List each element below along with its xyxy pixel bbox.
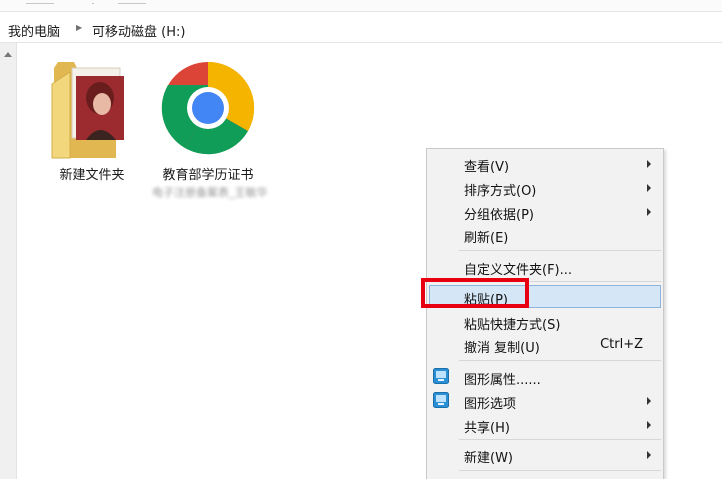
toolbar-fragment bbox=[92, 0, 94, 4]
menu-item-group-by[interactable]: 分组依据(P) bbox=[429, 200, 661, 223]
menu-item-undo-copy[interactable]: 撤消 复制(U) Ctrl+Z bbox=[429, 333, 661, 356]
menu-separator bbox=[459, 360, 661, 361]
scroll-up-arrow-icon[interactable] bbox=[0, 47, 17, 63]
vertical-scrollbar[interactable] bbox=[0, 43, 17, 479]
menu-item-label: 共享(H) bbox=[464, 421, 510, 436]
menu-item-label: 排序方式(O) bbox=[464, 184, 537, 199]
education-certificate-item[interactable]: 教育部学历证书 电子注册备案表_王敏华 bbox=[152, 58, 268, 224]
folder-icon bbox=[51, 62, 124, 159]
menu-item-view[interactable]: 查看(V) bbox=[429, 152, 661, 175]
menu-item-label: 刷新(E) bbox=[464, 231, 509, 246]
menu-item-graphics-properties[interactable]: 图形属性...... bbox=[429, 365, 661, 388]
menu-item-label: 自定义文件夹(F)... bbox=[464, 263, 573, 278]
blurred-filename-text: 电子注册备案表_王敏华 bbox=[152, 186, 268, 199]
chrome-icon bbox=[161, 61, 255, 155]
submenu-arrow-icon bbox=[647, 184, 651, 192]
new-folder-item[interactable]: 新建文件夹 bbox=[44, 54, 140, 184]
submenu-arrow-icon bbox=[647, 208, 651, 216]
menu-item-shortcut: Ctrl+Z bbox=[600, 337, 643, 352]
menu-item-label: 查看(V) bbox=[464, 160, 510, 175]
intel-graphics-icon bbox=[433, 392, 449, 408]
menu-item-share[interactable]: 共享(H) bbox=[429, 413, 661, 436]
menu-item-refresh[interactable]: 刷新(E) bbox=[429, 223, 661, 246]
education-certificate-label: 教育部学历证书 bbox=[162, 168, 254, 183]
menu-separator bbox=[459, 470, 661, 471]
menu-item-customize-folder[interactable]: 自定义文件夹(F)... bbox=[429, 255, 661, 278]
menu-item-label: 图形属性...... bbox=[464, 373, 541, 388]
menu-item-sort-by[interactable]: 排序方式(O) bbox=[429, 176, 661, 199]
submenu-arrow-icon bbox=[647, 397, 651, 405]
menu-item-label: 新建(W) bbox=[464, 451, 513, 466]
annotation-highlight-box bbox=[421, 278, 529, 308]
intel-graphics-icon bbox=[433, 368, 449, 384]
submenu-arrow-icon bbox=[647, 451, 651, 459]
toolbar-fragment bbox=[26, 0, 54, 4]
menu-item-label: 图形选项 bbox=[464, 397, 517, 412]
context-menu: 查看(V) 排序方式(O) 分组依据(P) 刷新(E) 自定义文件夹(F)...… bbox=[426, 148, 664, 479]
menu-item-graphics-options[interactable]: 图形选项 bbox=[429, 389, 661, 412]
breadcrumb-my-computer[interactable]: 我的电脑 bbox=[8, 21, 60, 40]
menu-item-label: 粘贴快捷方式(S) bbox=[464, 318, 561, 333]
menu-separator bbox=[459, 250, 661, 251]
toolbar-remnant bbox=[0, 0, 722, 12]
menu-item-label: 分组依据(P) bbox=[464, 208, 534, 223]
menu-separator bbox=[459, 439, 661, 440]
breadcrumb-removable-disk[interactable]: 可移动磁盘 (H:) bbox=[92, 21, 185, 40]
menu-item-new[interactable]: 新建(W) bbox=[429, 443, 661, 466]
menu-item-label: 撤消 复制(U) bbox=[464, 341, 540, 356]
menu-item-paste-shortcut[interactable]: 粘贴快捷方式(S) bbox=[429, 310, 661, 333]
submenu-arrow-icon bbox=[647, 160, 651, 168]
breadcrumb-separator-icon[interactable]: ▶ bbox=[76, 23, 82, 32]
submenu-arrow-icon bbox=[647, 421, 651, 429]
new-folder-label: 新建文件夹 bbox=[59, 168, 125, 183]
address-bar[interactable]: 我的电脑 ▶ 可移动磁盘 (H:) bbox=[0, 13, 722, 43]
toolbar-fragment bbox=[118, 0, 146, 4]
